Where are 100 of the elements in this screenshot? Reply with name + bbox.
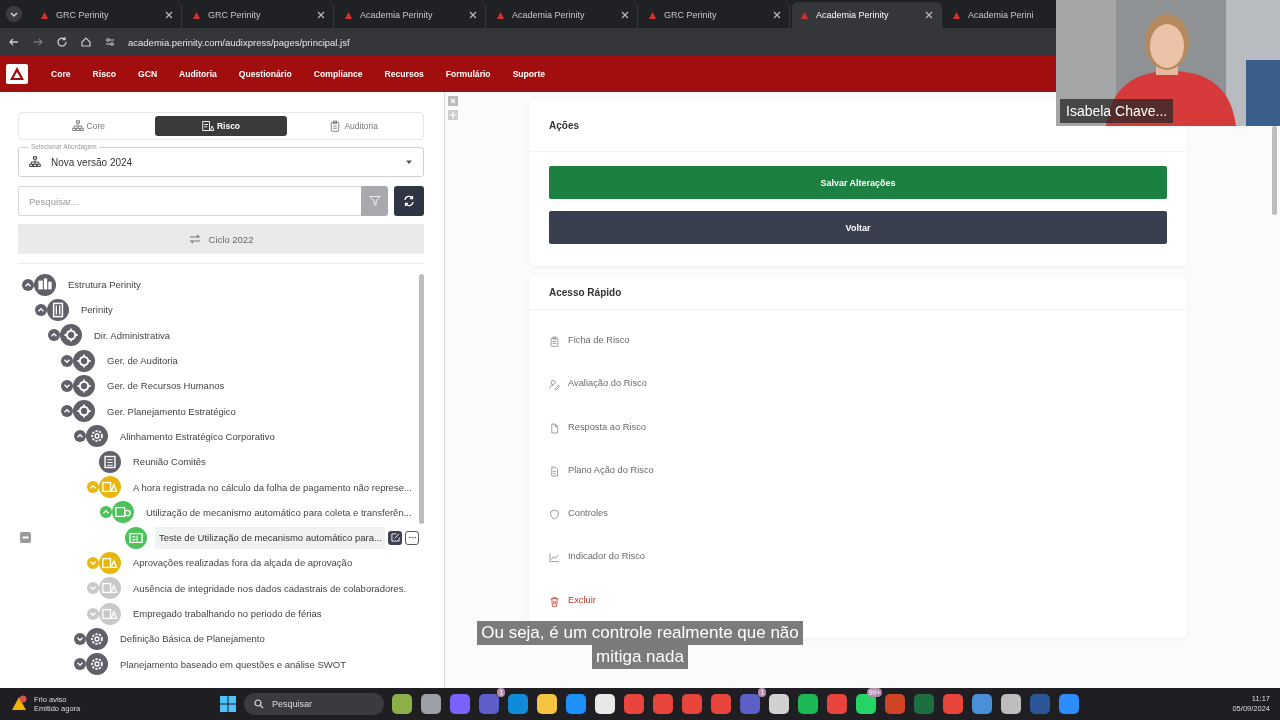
search-icon [254,699,264,709]
sitemap-icon [29,156,41,168]
app-icon[interactable] [769,694,789,714]
app-icon[interactable] [421,694,441,714]
refresh-icon [403,195,415,207]
collapse-icon[interactable] [20,531,31,543]
tree-item[interactable]: A hora registrada no cálculo da folha de pagamento não represe... [129,476,419,498]
expand-toggle[interactable] [74,658,86,671]
nav-item[interactable]: Questionário [227,69,303,79]
caption-text: Ou seja, é um controle realmente que não [477,621,803,645]
nav-item[interactable]: Core [40,69,82,79]
back-icon[interactable] [8,36,20,48]
caption-text: mitiga nada [592,645,688,669]
close-icon[interactable] [317,11,325,19]
tree-item[interactable]: Estrutura Perinity [64,273,419,296]
shield-icon [549,509,560,521]
nav-item[interactable]: GCN [127,69,169,79]
scrollbar-thumb[interactable] [419,274,424,524]
collapse-toggle[interactable] [35,303,47,316]
close-icon[interactable] [925,11,933,19]
quick-link[interactable]: Resposta ao Risco [568,421,647,432]
trash-icon [549,595,560,607]
nav-item[interactable]: Suporte [501,69,557,79]
filter-icon [368,195,381,207]
app-logo-icon[interactable] [6,64,28,84]
reload-icon[interactable] [56,36,68,48]
expand-toggle[interactable] [74,632,86,645]
browser-tab[interactable]: Academia Perinity [792,2,942,28]
panel-tab[interactable]: Auditoria [287,116,420,136]
windows-start-icon[interactable] [220,696,236,712]
expand-toggle[interactable] [87,582,99,595]
tree-item[interactable]: Perinity [77,298,419,321]
nav-item[interactable]: Risco [81,69,127,79]
collapse-toggle[interactable] [87,481,99,493]
save-button[interactable]: Salvar Alterações [549,166,1167,199]
collapse-toggle[interactable] [100,506,112,519]
nav-item[interactable]: Formulário [434,69,502,79]
tree-item[interactable]: Dir. Administrativa [90,324,419,347]
home-icon[interactable] [80,36,92,48]
taskbar-search-field[interactable]: Pesquisar [244,693,384,715]
close-icon[interactable] [621,11,629,19]
tree-item[interactable]: Alinhamento Estratégico Corporativo [116,425,419,448]
sitemap-icon [71,120,84,132]
more-button[interactable] [405,530,419,545]
nav-item[interactable]: Recursos [373,69,435,79]
site-logo-icon [40,10,49,20]
nav-item[interactable]: Auditoria [168,69,228,79]
site-info-icon[interactable] [104,36,116,48]
card-title: Ações [549,120,579,131]
tree-item[interactable]: Planejamento baseado em questões e análise SWOT [116,653,419,676]
panel-tab[interactable]: Risco [154,116,288,136]
tree-item[interactable]: Definição Básica de Planejamento [116,627,419,650]
quick-link[interactable]: Indicador do Risco [568,551,645,562]
tree-item[interactable]: Ausência de integridade nos dados cadastrais de colaboradores. [129,577,419,600]
tree-item[interactable]: Utilização de mecanismo automático para coleta e transferên... [142,501,419,524]
tree-item[interactable]: Ger. de Auditoria [103,349,419,372]
nav-item[interactable]: Compliance [302,69,374,79]
tree-item[interactable]: Aprovações realizadas fora da alçada de aprovação [129,551,419,574]
quick-link[interactable]: Ficha de Risco [568,335,630,345]
collapse-toggle[interactable] [61,405,73,418]
expand-toggle[interactable] [61,379,73,392]
app-icon[interactable] [798,694,818,714]
panel-tab[interactable]: Core [22,116,155,136]
collapse-toggle[interactable] [22,278,34,291]
close-icon[interactable] [773,11,781,19]
quick-link[interactable]: Plano Ação do Risco [568,464,654,475]
app-icon[interactable] [392,694,412,714]
edit-button[interactable] [388,530,402,545]
tree-item[interactable]: Ger. Planejamento Estratégico [103,400,419,423]
scrollbar-thumb[interactable] [1272,126,1277,215]
collapse-toggle[interactable] [74,430,86,443]
delete-link[interactable]: Excluir [568,594,596,605]
expand-toggle[interactable] [87,556,99,569]
cycle-button[interactable]: Ciclo 2022 [18,224,424,254]
tree-item[interactable]: Ger. de Recursos Humanos [103,374,419,397]
app-icon[interactable] [856,694,876,714]
file-text-icon [549,465,560,477]
collapse-toggle[interactable] [48,329,60,342]
search-field[interactable]: Pesquisar... [18,186,361,216]
tree-item[interactable]: Reunião Comitês [129,450,419,473]
tree-item[interactable]: Teste de Utilização de mecanismo automático para... [155,526,385,549]
back-button[interactable]: Voltar [549,211,1167,244]
quick-link[interactable]: Avaliação do Risco [568,378,647,389]
app-icon[interactable] [595,694,615,714]
app-icon[interactable] [537,694,557,714]
close-icon[interactable] [469,11,477,19]
app-icon[interactable] [1001,694,1021,714]
document-icon [549,422,560,434]
forward-icon[interactable] [32,36,44,48]
warning-icon[interactable] [10,695,28,713]
expand-toggle[interactable] [61,354,73,367]
chart-icon [549,552,560,564]
browser-tab[interactable]: Academia Perini [944,2,1056,28]
clipboard-icon [329,120,342,132]
url-text[interactable]: academia.perinity.com/audixpress/pages/principal.jsf [128,36,350,48]
quick-link[interactable]: Controles [568,508,608,519]
refresh-button[interactable] [394,186,424,216]
expand-toggle[interactable] [87,607,99,620]
tree-item[interactable]: Empregado trabalhando no periodo de férias [129,602,419,625]
close-icon[interactable] [165,11,173,19]
